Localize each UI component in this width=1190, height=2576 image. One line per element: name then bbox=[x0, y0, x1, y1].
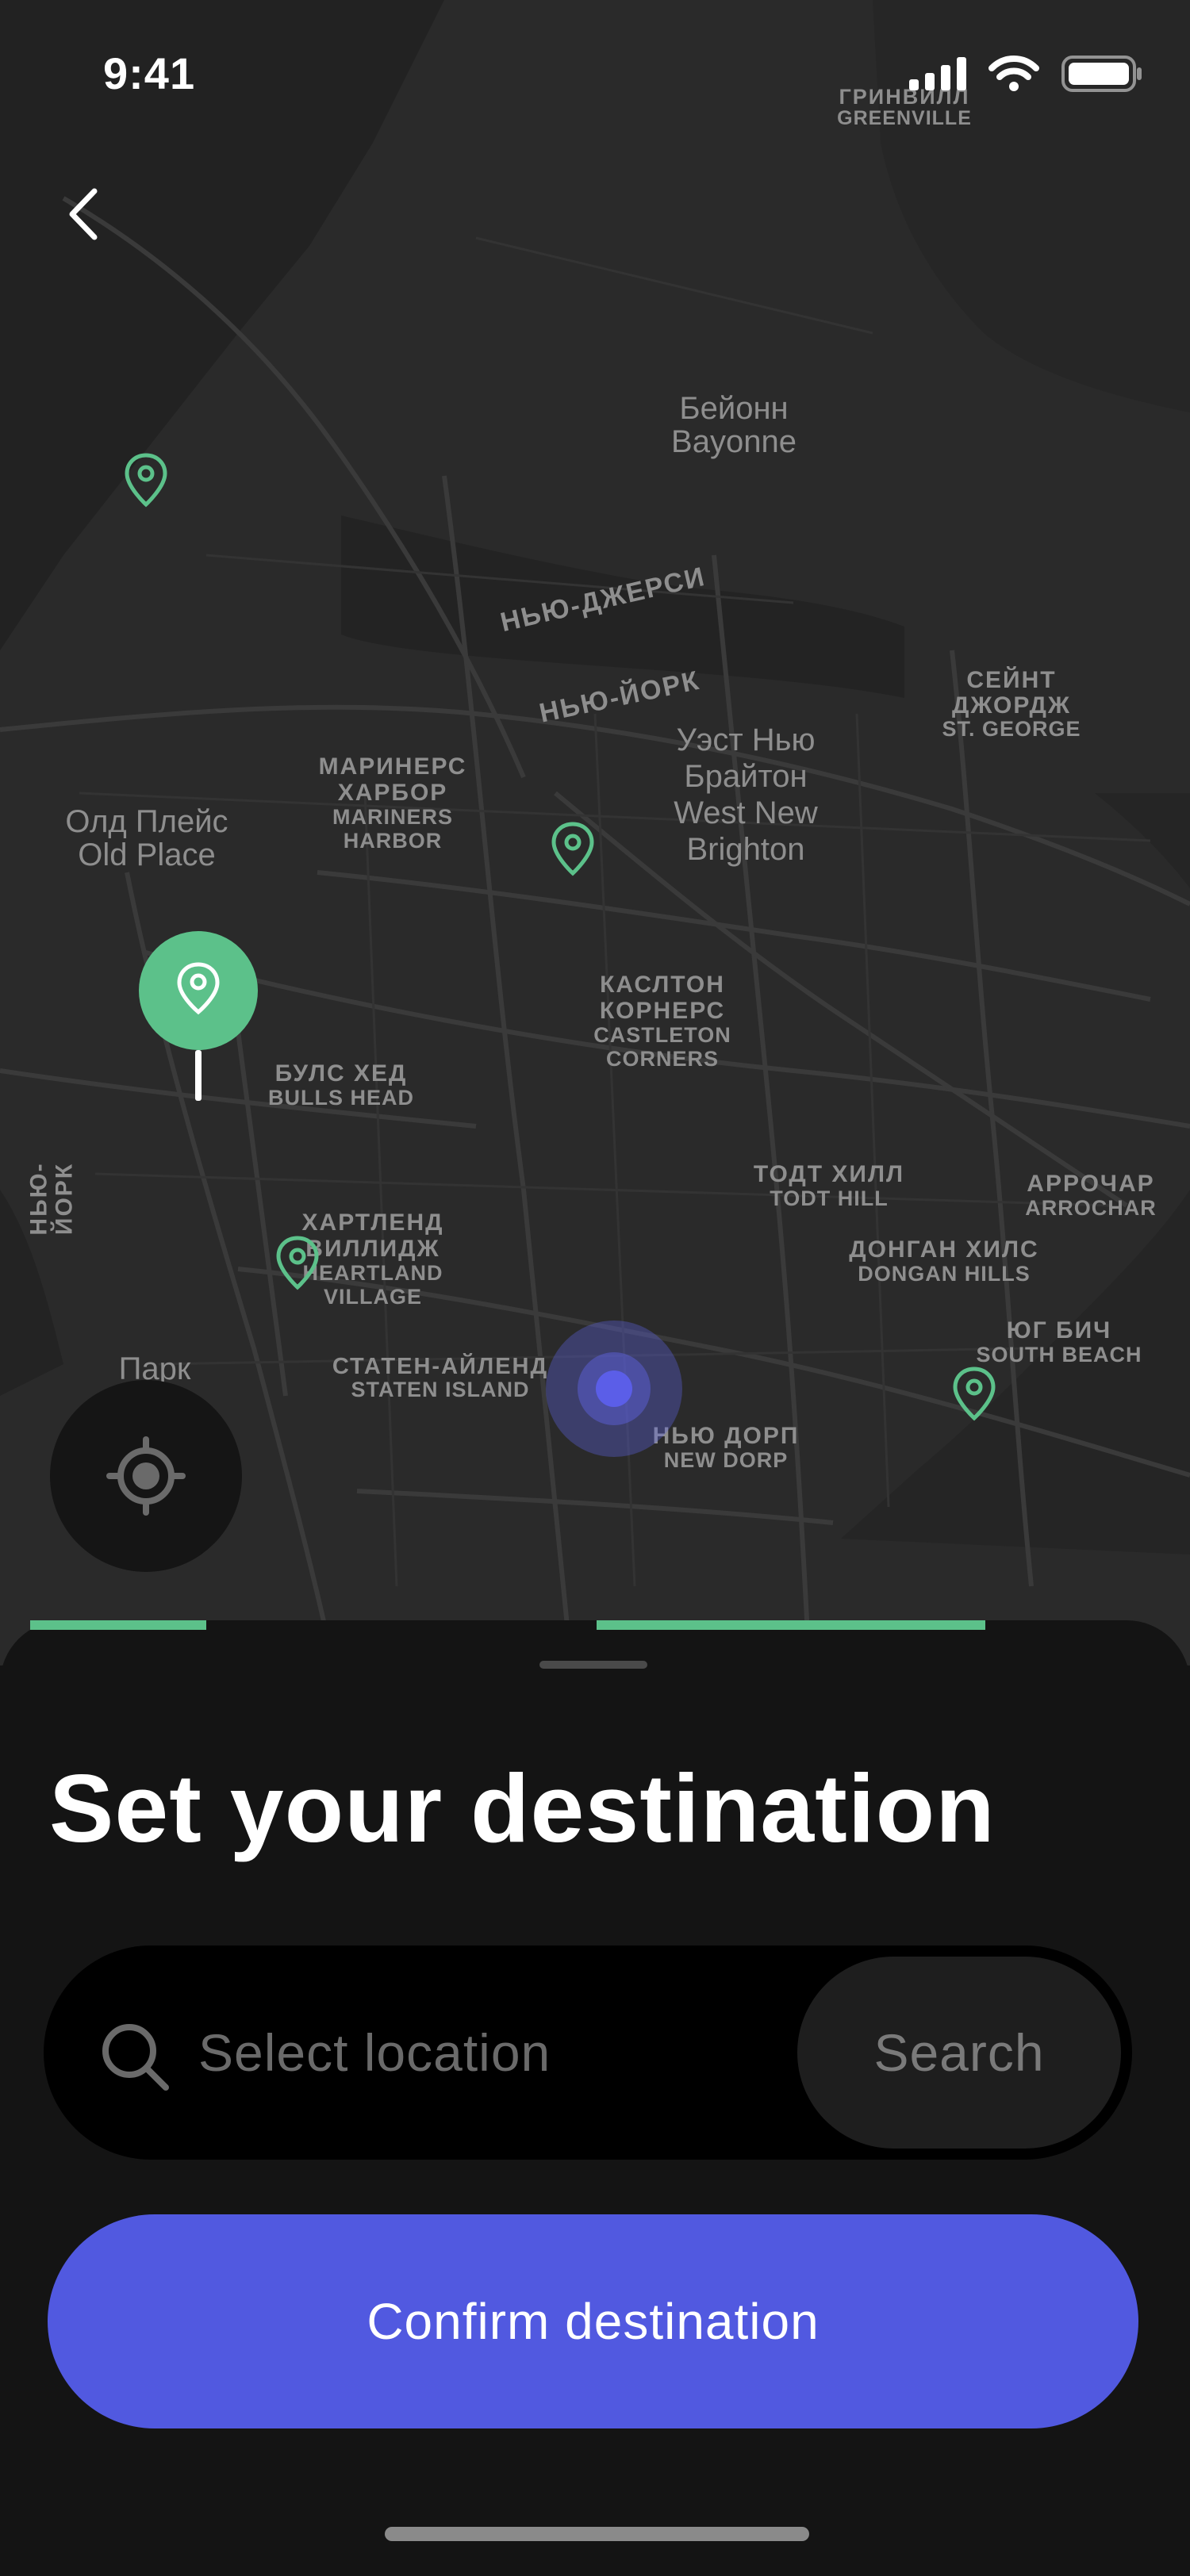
wifi-icon bbox=[988, 56, 1039, 91]
location-pin-icon[interactable] bbox=[122, 452, 170, 509]
selected-pin-icon[interactable] bbox=[137, 930, 259, 1104]
map-label-staten-island: СТАТЕН-АЙЛЕНД STATEN ISLAND bbox=[332, 1354, 549, 1402]
map-label-arrochar: АРРОЧАР ARROCHAR bbox=[1025, 1171, 1157, 1220]
sheet-grabber[interactable] bbox=[539, 1661, 647, 1669]
map-label-bayonne: Бейонн Bayonne bbox=[671, 391, 797, 459]
map-label-bulls-head: БУЛС ХЕД BULLS HEAD bbox=[268, 1060, 414, 1110]
confirm-destination-button[interactable]: Confirm destination bbox=[48, 2214, 1138, 2428]
map-label-south-beach: ЮГ БИЧ SOUTH BEACH bbox=[976, 1317, 1142, 1367]
map-label-todt-hill: ТОДТ ХИЛЛ TODT HILL bbox=[753, 1161, 905, 1210]
route-progress-segment bbox=[30, 1620, 206, 1630]
locate-target-icon bbox=[106, 1436, 186, 1516]
location-pin-icon[interactable] bbox=[274, 1235, 321, 1292]
search-button[interactable]: Search bbox=[797, 1957, 1121, 2149]
map-label-mariners-harbor: МАРИНЕРС ХАРБОР MARINERS HARBOR bbox=[318, 753, 467, 853]
location-pin-icon[interactable] bbox=[549, 821, 597, 878]
back-button[interactable] bbox=[48, 171, 119, 258]
map-label-dongan-hills: ДОНГАН ХИЛС DONGAN HILLS bbox=[849, 1236, 1039, 1286]
status-icons bbox=[909, 56, 1142, 92]
map-label-st-george: СЕЙНТ ДЖОРДЖ ST. GEORGE bbox=[942, 667, 1081, 741]
user-location-marker bbox=[546, 1321, 682, 1457]
route-progress-segment bbox=[597, 1620, 985, 1630]
search-input[interactable] bbox=[198, 1993, 825, 2112]
status-bar: 9:41 bbox=[0, 0, 1190, 143]
signal-icon bbox=[909, 57, 966, 90]
map-label-castleton-corners: КАСЛТОН КОРНЕРС CASTLETON CORNERS bbox=[593, 972, 731, 1071]
search-bar: Search bbox=[44, 1945, 1132, 2160]
map-label-new-york-vertical: НЬЮ-ЙОРК bbox=[25, 1162, 78, 1236]
search-icon bbox=[102, 2024, 169, 2091]
chevron-left-icon bbox=[69, 188, 98, 240]
home-indicator bbox=[385, 2527, 809, 2541]
location-pin-icon[interactable] bbox=[950, 1366, 998, 1423]
sheet-title: Set your destination bbox=[49, 1754, 996, 1862]
battery-icon bbox=[1061, 56, 1142, 92]
locate-me-button[interactable] bbox=[50, 1380, 242, 1572]
map-label-west-new-brighton: Уэст Нью Брайтон West New Brighton bbox=[674, 723, 818, 867]
status-time: 9:41 bbox=[103, 48, 196, 98]
map-label-old-place: Олд Плейс Old Place bbox=[65, 804, 228, 872]
